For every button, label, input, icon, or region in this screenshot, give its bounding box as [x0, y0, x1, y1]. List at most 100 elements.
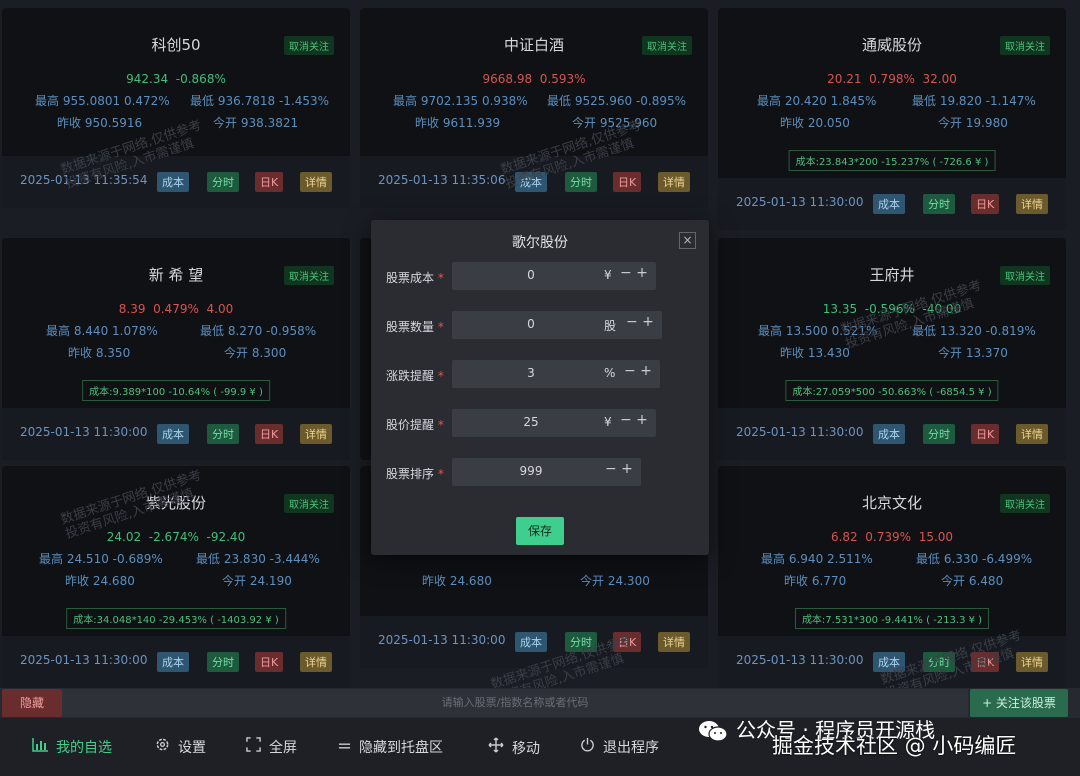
price-alert-input[interactable]: 25 ¥ − +: [452, 409, 656, 437]
cost-input[interactable]: 0 ¥ − +: [452, 262, 656, 290]
intraday-button[interactable]: 分时: [923, 424, 955, 444]
close-icon[interactable]: ×: [679, 232, 696, 249]
unfollow-button[interactable]: 取消关注: [1000, 266, 1050, 285]
stepper[interactable]: − +: [620, 412, 648, 428]
daily-k-button[interactable]: 日K: [255, 424, 284, 444]
nav-exit[interactable]: 退出程序: [580, 737, 659, 757]
intraday-button[interactable]: 分时: [207, 172, 239, 192]
card-footer: 2025-01-13 11:30:00 成本 分时 日K 详情: [2, 636, 350, 688]
detail-button[interactable]: 详情: [1016, 424, 1048, 444]
unfollow-button[interactable]: 取消关注: [1000, 494, 1050, 513]
nav-my-watchlist[interactable]: 我的自选: [32, 737, 112, 757]
stock-card-kechuang50: 科创50 取消关注 942.34 -0.868% 最高 955.0801 0.4…: [2, 8, 350, 208]
stepper[interactable]: − +: [624, 363, 652, 379]
unfollow-button[interactable]: 取消关注: [1000, 36, 1050, 55]
cost-button[interactable]: 成本: [515, 172, 547, 192]
update-time: 2025-01-13 11:35:54: [20, 173, 148, 187]
unfollow-button[interactable]: 取消关注: [284, 36, 334, 55]
daily-k-button[interactable]: 日K: [613, 632, 642, 652]
fullscreen-icon: [246, 737, 261, 756]
prev-close: 昨收 13.430: [780, 346, 850, 360]
stock-price: 20.21: [827, 72, 862, 86]
intraday-button[interactable]: 分时: [565, 172, 597, 192]
cost-button[interactable]: 成本: [873, 424, 905, 444]
stock-delta: 15.00: [918, 530, 954, 544]
intraday-button[interactable]: 分时: [207, 652, 239, 672]
detail-button[interactable]: 详情: [1016, 194, 1048, 214]
detail-button[interactable]: 详情: [658, 172, 690, 192]
detail-button[interactable]: 详情: [1016, 652, 1048, 672]
stock-price: 6.82: [830, 530, 858, 544]
detail-button[interactable]: 详情: [658, 632, 690, 652]
field-label: 股价提醒: [386, 418, 435, 432]
nav-fullscreen[interactable]: 全屏: [246, 737, 297, 757]
prev-close: 昨收 24.680: [65, 574, 135, 588]
daily-k-button[interactable]: 日K: [255, 652, 284, 672]
power-icon: [580, 737, 595, 756]
daily-k-button[interactable]: 日K: [613, 172, 642, 192]
daily-k-button[interactable]: 日K: [255, 172, 284, 192]
field-label: 股票成本: [386, 271, 435, 285]
quantity-input[interactable]: 0 股 − +: [452, 311, 662, 339]
cost-button[interactable]: 成本: [873, 652, 905, 672]
required-mark: *: [437, 271, 444, 285]
cost-button[interactable]: 成本: [157, 424, 189, 444]
open-value: 今开 24.300: [580, 574, 650, 588]
unfollow-button[interactable]: 取消关注: [284, 494, 334, 513]
stock-price: 8.39: [118, 302, 146, 316]
stepper[interactable]: − +: [626, 314, 654, 330]
stepper[interactable]: − +: [605, 461, 633, 477]
hide-button[interactable]: 隐藏: [2, 689, 62, 717]
prev-close: 昨收 8.350: [68, 346, 131, 360]
high-value: 最高 6.940 2.511%: [761, 552, 873, 566]
nav-settings[interactable]: 设置: [155, 737, 206, 757]
daily-k-button[interactable]: 日K: [971, 652, 1000, 672]
detail-button[interactable]: 详情: [300, 172, 332, 192]
unit-label: %: [604, 366, 616, 380]
nav-move[interactable]: 移动: [488, 737, 540, 758]
stock-change: 0.798%: [869, 72, 915, 86]
required-mark: *: [437, 369, 444, 383]
cost-button[interactable]: 成本: [157, 172, 189, 192]
follow-stock-button[interactable]: + 关注该股票: [970, 689, 1068, 717]
detail-button[interactable]: 详情: [300, 424, 332, 444]
field-label: 股票数量: [386, 320, 435, 334]
save-button[interactable]: 保存: [516, 517, 564, 545]
daily-k-button[interactable]: 日K: [971, 424, 1000, 444]
intraday-button[interactable]: 分时: [923, 652, 955, 672]
update-time: 2025-01-13 11:30:00: [736, 653, 864, 667]
low-value: 最低 936.7818 -1.453%: [190, 94, 330, 108]
change-alert-input[interactable]: 3 % − +: [452, 360, 660, 388]
field-label: 股票排序: [386, 467, 435, 481]
low-value: 最低 19.820 -1.147%: [912, 94, 1036, 108]
nav-label: 隐藏到托盘区: [359, 740, 443, 756]
detail-button[interactable]: 详情: [300, 652, 332, 672]
stepper[interactable]: − +: [620, 265, 648, 281]
cost-button[interactable]: 成本: [515, 632, 547, 652]
open-value: 今开 13.370: [938, 346, 1008, 360]
stock-change: -0.596%: [864, 302, 915, 316]
open-value: 今开 9525.960: [572, 116, 658, 130]
intraday-button[interactable]: 分时: [565, 632, 597, 652]
cost-button[interactable]: 成本: [157, 652, 189, 672]
prev-close: 昨收 950.5916: [57, 116, 143, 130]
cost-button[interactable]: 成本: [873, 194, 905, 214]
credit-text: 掘金技术社区 @ 小码编匠: [772, 734, 1017, 758]
sort-input[interactable]: 999 − +: [452, 458, 641, 486]
stock-card-beijingwenhua: 北京文化 取消关注 6.82 0.739% 15.00 最高 6.940 2.5…: [718, 466, 1066, 688]
cost-value: 0: [527, 268, 535, 282]
intraday-button[interactable]: 分时: [207, 424, 239, 444]
high-value: 最高 13.500 0.521%: [758, 324, 878, 338]
intraday-button[interactable]: 分时: [923, 194, 955, 214]
card-footer: 2025-01-13 11:30:00 成本 分时 日K 详情: [2, 408, 350, 460]
unfollow-button[interactable]: 取消关注: [284, 266, 334, 285]
move-icon: [488, 737, 504, 757]
search-input[interactable]: 请输入股票/指数名称或者代码: [62, 689, 968, 717]
card-footer: 2025-01-13 11:35:06 成本 分时 日K 详情: [360, 156, 708, 208]
nav-hide-to-tray[interactable]: 隐藏到托盘区: [338, 737, 443, 757]
daily-k-button[interactable]: 日K: [971, 194, 1000, 214]
stock-price-line: 24.02 -2.674% -92.40: [2, 530, 350, 544]
stock-delta: 4.00: [206, 302, 234, 316]
stock-card-wangfujing: 王府井 取消关注 13.35 -0.596% -40.00 最高 13.500 …: [718, 238, 1066, 460]
unfollow-button[interactable]: 取消关注: [642, 36, 692, 55]
